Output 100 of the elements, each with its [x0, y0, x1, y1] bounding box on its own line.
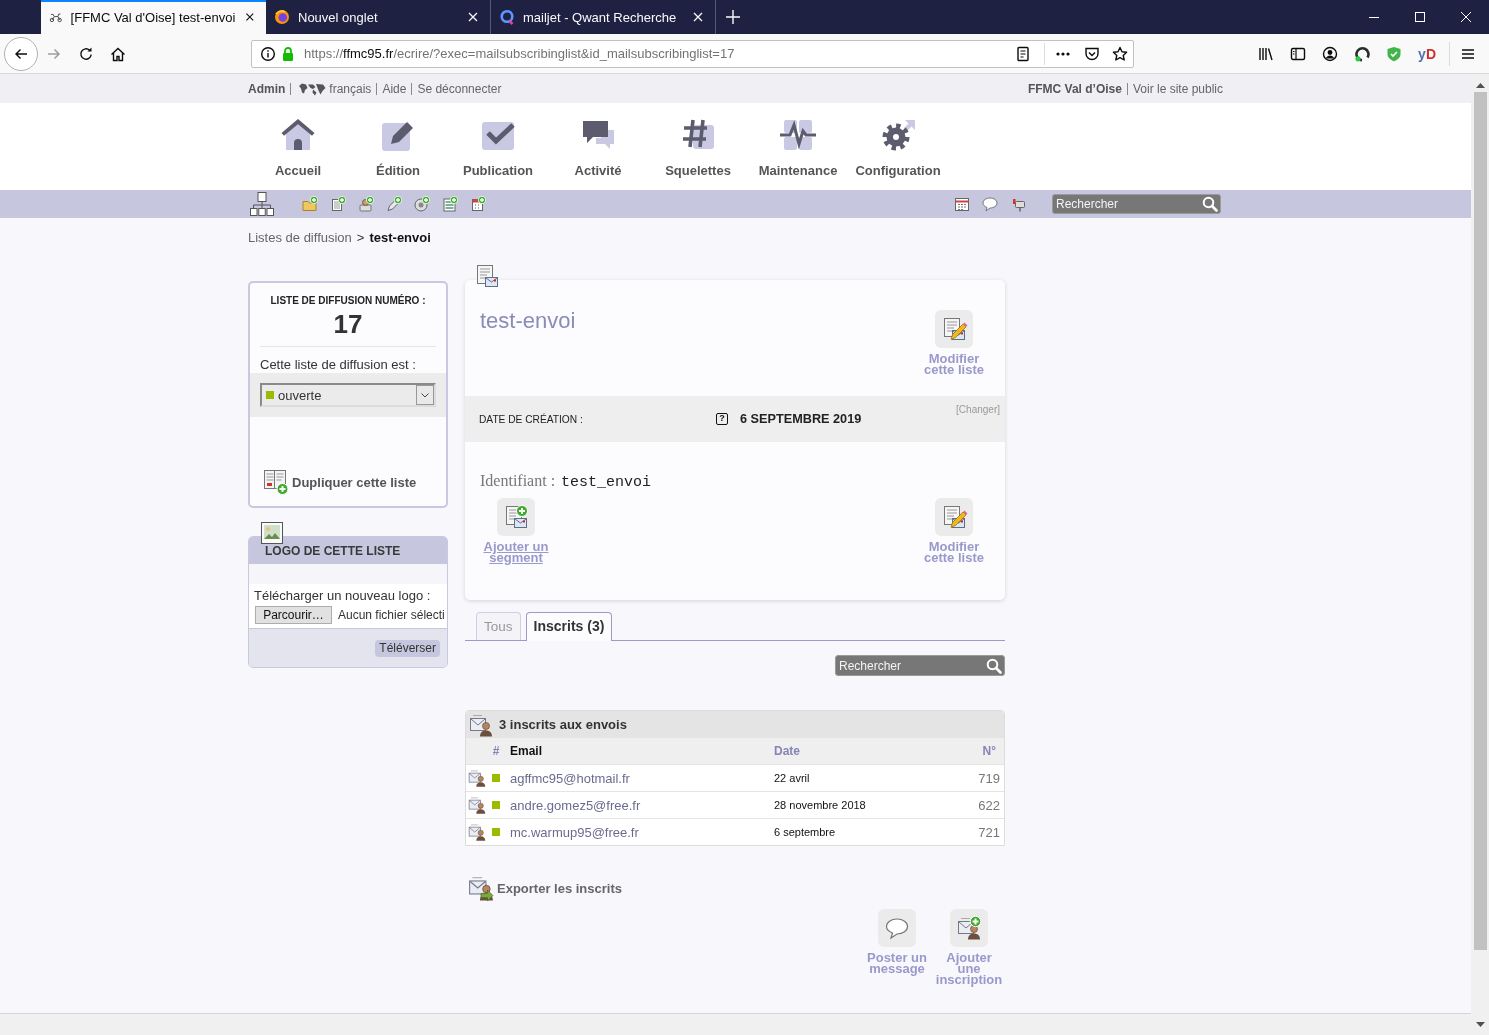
address-field[interactable]: https://ffmc95.fr/ecrire/?exec=mailsubscribinglist&id_mailsubscribinglist=17: [251, 39, 1134, 68]
table-cell-text: 719: [978, 770, 1001, 786]
person-plus-icon[interactable]: [358, 196, 374, 212]
export-link[interactable]: Exporter les inscrits: [468, 875, 622, 901]
document-plus-icon[interactable]: [330, 196, 346, 212]
breadcrumb-link[interactable]: Listes de diffusion: [248, 230, 352, 246]
email-link[interactable]: agffmc95@hotmail.fr: [510, 770, 630, 786]
list-title: test-envoi: [480, 308, 576, 334]
world-map-icon: [298, 81, 327, 96]
status-square-icon: [266, 391, 274, 399]
breadcrumb-current: test-envoi: [369, 230, 431, 246]
folder-plus-icon[interactable]: [302, 196, 318, 212]
identifier-value: test_envoi: [561, 474, 652, 491]
public-site-link[interactable]: Voir le site public: [1132, 81, 1223, 96]
list-number-label: LISTE DE DIFFUSION NUMÉRO :: [270, 295, 426, 307]
upload-button[interactable]: Téléverser: [375, 639, 440, 657]
table-cell-text: 22 avril: [773, 772, 811, 784]
browse-button[interactable]: Parcourir…: [255, 606, 332, 624]
caret-up-icon[interactable]: [1475, 82, 1485, 88]
search-field[interactable]: Rechercher: [835, 655, 1005, 676]
nav-item[interactable]: Activité: [548, 103, 648, 179]
speech-bubble-icon: [878, 909, 916, 947]
pen-plus-icon[interactable]: [386, 196, 402, 212]
nav-item[interactable]: Publication: [448, 103, 548, 179]
admin-bar-link[interactable]: Se déconnecter: [417, 81, 502, 96]
search-icon[interactable]: [986, 657, 1002, 674]
envelope-person-arrow-icon: [468, 875, 494, 901]
table-cell-text: 622: [978, 797, 1001, 813]
vertical-scrollbar[interactable]: [1471, 74, 1489, 1035]
nav-item[interactable]: Édition: [348, 103, 448, 179]
caret-down-icon[interactable]: [1475, 1022, 1485, 1028]
disc-plus-icon[interactable]: [414, 196, 430, 212]
upload-label: Télécharger un nouveau logo :: [254, 588, 431, 604]
tab[interactable]: Inscrits (3): [525, 612, 613, 641]
address-text: https://ffmc95.fr/ecrire/?exec=mailsubscribinglist&id_mailsubscribinglist=17: [304, 46, 735, 61]
document-pencil-icon: [935, 310, 973, 348]
identifier-label: Identifiant :: [480, 472, 556, 490]
help-button[interactable]: ?: [716, 413, 728, 425]
admin-bar-link[interactable]: Aide: [382, 81, 407, 96]
list-plus-icon[interactable]: [442, 196, 458, 212]
envelope-person-plus-icon: [950, 909, 988, 947]
creation-date-label: DATE DE CRÉATION :: [479, 413, 583, 425]
reload-icon[interactable]: [78, 45, 94, 62]
status-label: Cette liste de diffusion est :: [260, 357, 416, 373]
list-number: 17: [333, 310, 363, 338]
gear-icon: [880, 117, 916, 153]
home-icon[interactable]: [110, 45, 126, 62]
document-pencil-icon: [935, 498, 973, 536]
ring-logo-icon: [499, 9, 515, 25]
search-icon[interactable]: [1202, 196, 1218, 212]
book-plus-icon: [263, 469, 289, 495]
email-link[interactable]: andre.gomez5@free.fr: [510, 797, 641, 813]
table-cell-text: 6 septembre: [773, 826, 837, 838]
user-link[interactable]: Admin: [248, 81, 286, 96]
shield-check-icon[interactable]: [1386, 45, 1403, 62]
browser-logo-icon: [274, 9, 290, 25]
star-icon[interactable]: [1112, 45, 1128, 62]
site-name-link[interactable]: FFMC Val d’Oise: [1027, 81, 1122, 96]
plus-icon[interactable]: [725, 9, 741, 25]
speech-bubble-icon[interactable]: [982, 196, 998, 212]
back-button[interactable]: [4, 36, 38, 71]
document-plus-icon: [497, 498, 535, 536]
table-cell-text: 721: [978, 824, 1001, 840]
envelope-person-icon[interactable]: [468, 769, 486, 787]
file-status: Aucun fichier sélecti: [338, 608, 445, 622]
nav-item[interactable]: Configuration: [848, 103, 948, 179]
creation-date: 6 SEPTEMBRE 2019: [740, 412, 862, 426]
mailbox-icon[interactable]: [1010, 196, 1026, 212]
ring-dot-icon[interactable]: [1354, 45, 1371, 62]
chevron-shield-icon[interactable]: [1084, 45, 1100, 62]
library-icon[interactable]: [1258, 45, 1275, 62]
envelope-person-icon[interactable]: [468, 796, 486, 814]
column-header[interactable]: Email: [504, 744, 772, 758]
info-icon[interactable]: [260, 45, 276, 62]
duplicate-list-link[interactable]: Dupliquer cette liste: [263, 469, 417, 495]
logo-panel-header: LOGO DE CETTE LISTE: [249, 537, 447, 564]
breadcrumb-separator: >: [356, 230, 365, 246]
status-select[interactable]: ouverte: [260, 383, 436, 407]
email-link[interactable]: mc.warmup95@free.fr: [510, 824, 639, 840]
calendar-plus-icon[interactable]: [470, 196, 486, 212]
house-icon: [280, 117, 316, 153]
maximize-icon[interactable]: [1415, 12, 1425, 22]
browser-tab[interactable]: [FFMC Val d'Oise] test-envoi: [41, 0, 266, 34]
account-icon[interactable]: [1322, 45, 1339, 62]
scrollbar-thumb[interactable]: [1473, 92, 1487, 950]
nav-item[interactable]: Maintenance: [748, 103, 848, 179]
sitemap-icon[interactable]: [249, 191, 275, 217]
search-field[interactable]: Rechercher: [1052, 194, 1221, 214]
envelope-person-icon[interactable]: [468, 823, 486, 841]
nav-item[interactable]: Squelettes: [648, 103, 748, 179]
language-link[interactable]: français: [329, 81, 372, 96]
calendar-icon[interactable]: [954, 196, 970, 212]
nav-item[interactable]: Accueil: [248, 103, 348, 179]
extension-badge[interactable]: yD: [1418, 45, 1436, 62]
close-icon[interactable]: [1461, 12, 1471, 22]
reader-view-icon[interactable]: [1015, 45, 1031, 62]
pulse-icon: [780, 117, 816, 153]
table-title: 3 inscrits aux envois: [499, 717, 627, 732]
sidebar-icon[interactable]: [1290, 45, 1307, 62]
table-cell-text: 28 novembre 2018: [773, 799, 867, 811]
